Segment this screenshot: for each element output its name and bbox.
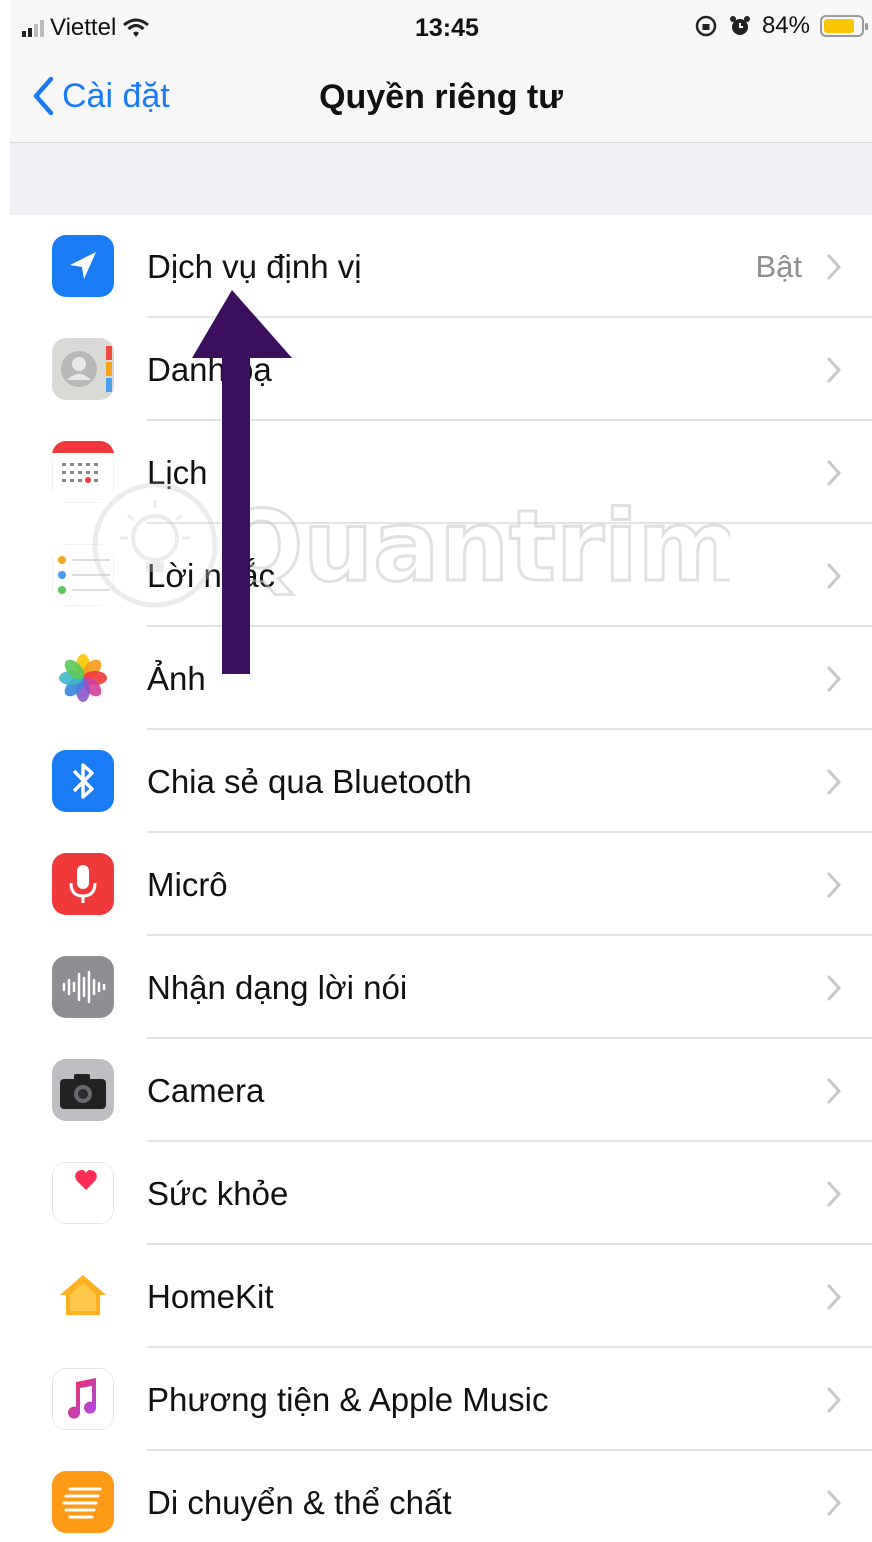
list-item-label: Sức khỏe (147, 1175, 289, 1212)
list-item-label: Lời nhắc (147, 557, 276, 594)
phone-screen: Viettel 13:45 84% Cài đặt Quyền riêng tư… (10, 0, 872, 1542)
list-item-media-apple-music[interactable]: Phương tiện & Apple Music (10, 1348, 872, 1451)
orientation-lock-icon (695, 15, 717, 37)
list-item-label: Lịch (147, 454, 208, 491)
chevron-right-icon (827, 357, 842, 383)
list-item-microphone[interactable]: Micrô (10, 833, 872, 936)
chevron-right-icon (827, 666, 842, 692)
chevron-right-icon (827, 975, 842, 1001)
chevron-right-icon (827, 872, 842, 898)
health-icon (52, 1162, 114, 1224)
list-item-value: Bật (755, 249, 802, 284)
status-time: 13:45 (415, 14, 479, 42)
privacy-list: Dịch vụ định vị Bật Danh bạ Lịch Lời nhắ… (10, 215, 872, 1542)
alarm-icon (729, 16, 750, 35)
navigation-bar: Cài đặt Quyền riêng tư (10, 60, 872, 143)
chevron-right-icon (827, 1078, 842, 1104)
bluetooth-icon (52, 750, 114, 812)
list-item-calendar[interactable]: Lịch (10, 421, 872, 524)
list-item-label: Dịch vụ định vị (147, 248, 362, 285)
list-item-label: Nhận dạng lời nói (147, 969, 408, 1006)
list-item-motion-fitness[interactable]: Di chuyển & thể chất (10, 1451, 872, 1542)
list-item-contacts[interactable]: Danh bạ (10, 318, 872, 421)
carrier-name: Viettel (50, 14, 117, 41)
chevron-right-icon (827, 563, 842, 589)
location-icon (52, 235, 114, 297)
reminders-icon (52, 544, 114, 606)
list-item-label: Phương tiện & Apple Music (147, 1381, 549, 1418)
motion-fitness-icon (52, 1471, 114, 1533)
list-item-homekit[interactable]: HomeKit (10, 1245, 872, 1348)
list-item-health[interactable]: Sức khỏe (10, 1142, 872, 1245)
camera-icon (52, 1059, 114, 1121)
list-item-label: Di chuyển & thể chất (147, 1484, 452, 1521)
list-item-label: Danh bạ (147, 351, 272, 388)
battery-percent: 84% (761, 12, 810, 39)
list-item-photos[interactable]: Ảnh (10, 627, 872, 730)
signal-icon (22, 19, 44, 37)
page-title: Quyền riêng tư (319, 78, 563, 116)
list-item-label: Chia sẻ qua Bluetooth (147, 763, 472, 800)
battery-icon (820, 15, 868, 37)
chevron-right-icon (827, 460, 842, 486)
chevron-right-icon (827, 769, 842, 795)
list-item-label: Ảnh (147, 660, 206, 697)
list-item-speech-recognition[interactable]: Nhận dạng lời nói (10, 936, 872, 1039)
chevron-right-icon (827, 1181, 842, 1207)
homekit-icon (52, 1265, 114, 1327)
list-item-label: HomeKit (147, 1278, 274, 1315)
carrier: Viettel (22, 14, 150, 42)
list-item-location-services[interactable]: Dịch vụ định vị Bật (10, 215, 872, 318)
list-item-label: Camera (147, 1072, 265, 1109)
wifi-icon (123, 18, 150, 37)
contacts-icon (52, 338, 114, 400)
chevron-right-icon (827, 254, 842, 280)
list-item-camera[interactable]: Camera (10, 1039, 872, 1142)
apple-music-icon (52, 1368, 114, 1430)
list-item-reminders[interactable]: Lời nhắc (10, 524, 872, 627)
microphone-icon (52, 853, 114, 915)
list-item-label: Micrô (147, 866, 228, 903)
chevron-right-icon (827, 1490, 842, 1516)
speech-recognition-icon (52, 956, 114, 1018)
status-bar: Viettel 13:45 84% (10, 0, 872, 60)
calendar-icon (52, 441, 114, 503)
chevron-right-icon (827, 1387, 842, 1413)
photos-icon (52, 647, 114, 709)
section-gap (10, 143, 872, 215)
status-right: 84% (694, 12, 868, 40)
chevron-right-icon (827, 1284, 842, 1310)
list-item-bluetooth-sharing[interactable]: Chia sẻ qua Bluetooth (10, 730, 872, 833)
